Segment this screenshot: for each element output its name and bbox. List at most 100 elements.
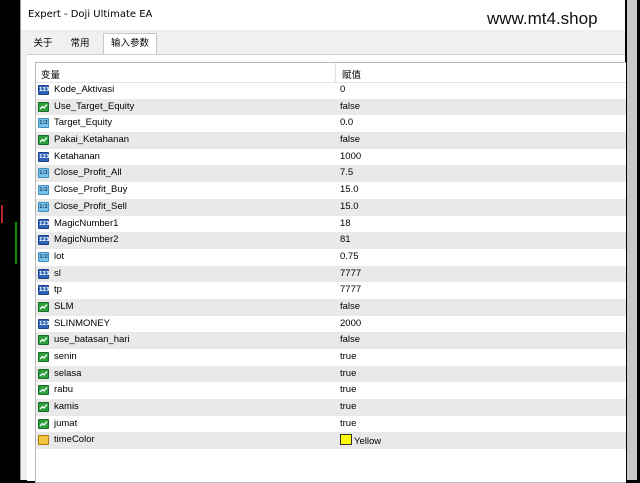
parameter-name: use_batasan_hari [54, 334, 130, 346]
table-row[interactable]: jumat true [36, 416, 626, 433]
table-row[interactable]: 123 Kode_Aktivasi 0 [36, 82, 626, 99]
parameter-value[interactable]: true [340, 418, 356, 429]
table-row[interactable]: 123 Ketahanan 1000 [36, 149, 626, 166]
table-row[interactable]: senin true [36, 349, 626, 366]
table-row[interactable]: 123 sl 7777 [36, 265, 626, 283]
parameter-name: SLM [54, 300, 74, 312]
parameter-name: SLINMONEY [54, 317, 110, 329]
table-row[interactable]: Use_Target_Equity false [36, 98, 626, 116]
parameter-name: MagicNumber2 [54, 234, 119, 246]
parameter-value[interactable]: 0.0 [340, 117, 353, 128]
parameter-value[interactable]: 15.0 [340, 201, 359, 212]
parameter-value[interactable]: Yellow [340, 434, 381, 447]
parameter-value[interactable]: false [340, 301, 360, 312]
parameter-value[interactable]: 7.5 [340, 167, 353, 178]
integer-type-icon: 123 [38, 151, 50, 162]
scrollbar[interactable] [627, 0, 637, 480]
parameter-name: Target_Equity [54, 117, 113, 129]
table-row[interactable]: 123 MagicNumber1 18 [36, 216, 626, 233]
column-header-variable[interactable]: 变量 [41, 67, 60, 81]
bool-type-icon [38, 368, 49, 379]
parameter-name: rabu [54, 384, 74, 396]
integer-type-icon: 123 [38, 235, 50, 246]
parameter-value[interactable]: true [340, 368, 356, 379]
parameter-name: lot [54, 250, 65, 262]
parameter-value[interactable]: 1000 [340, 151, 361, 162]
parameter-name: Close_Profit_All [54, 167, 122, 179]
table-row[interactable]: kamis true [36, 399, 626, 416]
tab-about[interactable]: 关于 [27, 34, 59, 54]
table-row[interactable]: 1/2 Close_Profit_Buy 15.0 [36, 182, 626, 199]
integer-type-icon: 123 [38, 318, 50, 329]
double-type-icon: 1/2 [38, 201, 49, 212]
watermark-text: www.mt4.shop [487, 9, 598, 28]
table-row[interactable]: rabu true [36, 382, 626, 399]
inputs-table: 变量 赋值 123 Kode_Aktivasi 0 Use_Target_Equity… [35, 62, 626, 483]
color-value-label: Yellow [354, 436, 382, 448]
parameter-name: Kode_Aktivasi [54, 84, 115, 95]
parameter-name: MagicNumber1 [54, 217, 119, 229]
parameter-value[interactable]: 18 [340, 218, 351, 229]
chart-background-left [0, 0, 17, 480]
parameter-value[interactable]: false [340, 334, 360, 345]
table-row[interactable]: 123 MagicNumber2 81 [36, 232, 626, 249]
parameter-name: senin [54, 351, 77, 362]
parameter-value[interactable]: 7777 [340, 284, 361, 295]
column-header-value[interactable]: 赋值 [342, 67, 361, 81]
table-row[interactable]: SLM false [36, 298, 626, 316]
table-row[interactable]: 123 SLINMONEY 2000 [36, 316, 626, 333]
title-bar[interactable]: Expert - Doji Ultimate EA www.mt4.shop [21, 0, 625, 30]
window-title: Expert - Doji Ultimate EA [28, 9, 153, 20]
integer-type-icon: 123 [38, 268, 50, 279]
bool-type-icon [38, 135, 49, 146]
table-row[interactable]: 123 tp 7777 [36, 282, 626, 299]
chart-candle [1, 205, 3, 223]
parameter-value[interactable]: 0.75 [340, 251, 359, 262]
parameter-name: Ketahanan [54, 150, 100, 162]
parameter-name: Close_Profit_Sell [54, 200, 127, 212]
tab-inputs[interactable]: 输入参数 [103, 33, 157, 55]
table-row[interactable]: 1/2 Close_Profit_Sell 15.0 [36, 198, 626, 216]
bool-type-icon [38, 335, 49, 346]
double-type-icon: 1/2 [38, 251, 49, 262]
bool-type-icon [38, 418, 49, 429]
integer-type-icon: 123 [38, 285, 50, 296]
table-row[interactable]: Pakai_Ketahanan false [36, 132, 626, 149]
parameter-value[interactable]: 7777 [340, 268, 361, 279]
parameter-name: Pakai_Ketahanan [54, 134, 130, 146]
tab-common[interactable]: 常用 [64, 34, 96, 54]
double-type-icon: 1/2 [38, 185, 49, 196]
table-row[interactable]: 1/2 Close_Profit_All 7.5 [36, 165, 626, 183]
table-row[interactable]: timeColor Yellow [36, 432, 626, 450]
double-type-icon: 1/2 [38, 118, 49, 129]
parameter-value[interactable]: true [340, 384, 356, 395]
parameter-value[interactable]: 15.0 [340, 184, 359, 195]
parameter-value[interactable]: true [340, 401, 356, 412]
bool-type-icon [38, 352, 49, 362]
table-row[interactable]: 1/2 lot 0.75 [36, 249, 626, 266]
chart-candle [15, 222, 17, 264]
parameter-value[interactable]: 0 [340, 84, 345, 95]
table-row[interactable]: 1/2 Target_Equity 0.0 [36, 115, 626, 132]
table-row[interactable]: selasa true [36, 365, 626, 383]
table-header: 变量 赋值 [36, 63, 626, 83]
parameter-name: jumat [54, 417, 78, 429]
parameter-value[interactable]: false [340, 134, 360, 145]
expert-properties-dialog: Expert - Doji Ultimate EA www.mt4.shop 关… [20, 0, 626, 483]
column-divider[interactable] [335, 63, 336, 82]
integer-type-icon: 123 [38, 218, 50, 229]
bool-type-icon [38, 385, 49, 396]
parameter-value[interactable]: false [340, 101, 360, 112]
inputs-panel: 变量 赋值 123 Kode_Aktivasi 0 Use_Target_Equity… [27, 54, 626, 483]
double-type-icon: 1/2 [38, 168, 49, 179]
color-type-icon [38, 435, 49, 446]
parameter-name: kamis [54, 401, 79, 413]
parameter-value[interactable]: 2000 [340, 318, 361, 329]
parameter-name: Use_Target_Equity [54, 100, 135, 112]
parameter-name: Close_Profit_Buy [54, 184, 128, 196]
table-row[interactable]: use_batasan_hari false [36, 332, 626, 349]
parameter-name: sl [54, 267, 61, 279]
parameter-value[interactable]: true [340, 351, 356, 362]
parameter-value[interactable]: 81 [340, 234, 351, 245]
parameter-name: selasa [54, 367, 82, 379]
